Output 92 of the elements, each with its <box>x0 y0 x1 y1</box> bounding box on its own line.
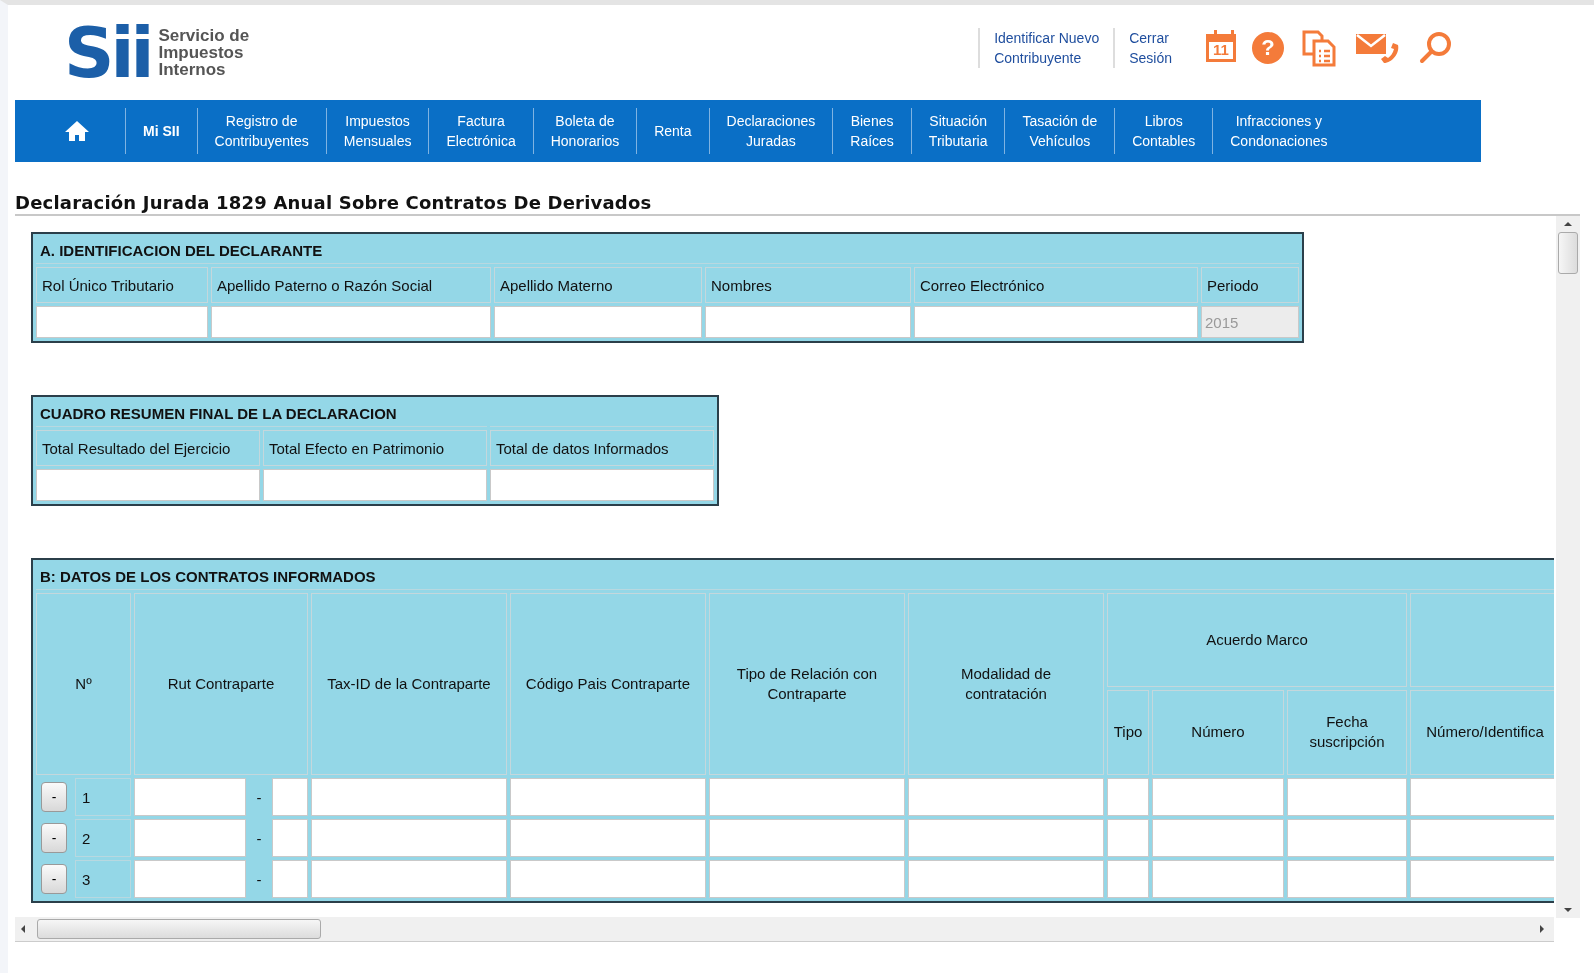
section-title: CUADRO RESUMEN FINAL DE LA DECLARACION <box>36 400 487 427</box>
input-field[interactable] <box>705 306 911 338</box>
row-number: 2 <box>75 819 131 857</box>
input-field[interactable] <box>36 306 208 338</box>
column-header: Nombres <box>705 267 911 303</box>
separator-text: - <box>255 828 263 849</box>
input-field[interactable] <box>1410 860 1554 898</box>
nav-item[interactable]: Libros Contables <box>1115 111 1213 151</box>
nav-item[interactable]: Declaraciones Juradas <box>709 111 833 151</box>
section-title: B: DATOS DE LOS CONTRATOS INFORMADOS <box>36 563 1554 590</box>
column-header: Total Efecto en Patrimonio <box>263 430 487 466</box>
input-field[interactable] <box>1410 778 1554 816</box>
remove-row-button[interactable]: - <box>41 782 67 812</box>
input-field[interactable] <box>908 778 1104 816</box>
input-field[interactable] <box>1410 819 1554 857</box>
input-field[interactable] <box>36 469 260 501</box>
header-link[interactable]: Cerrar Sesión <box>1129 27 1172 68</box>
input-field[interactable] <box>709 778 905 816</box>
input-field[interactable] <box>272 778 308 816</box>
input-field[interactable] <box>272 860 308 898</box>
input-field[interactable] <box>510 778 706 816</box>
separator-text: - <box>255 787 263 808</box>
column-header: Modalidad de contratación <box>908 593 1104 775</box>
input-field[interactable] <box>1152 819 1284 857</box>
horizontal-scrollbar[interactable] <box>15 917 1554 942</box>
column-header: Rut Contraparte <box>134 593 308 775</box>
column-header: Rol Único Tributario <box>36 267 208 303</box>
section-title: A. IDENTIFICACION DEL DECLARANTE <box>36 237 1299 264</box>
nav-item[interactable]: Renta <box>637 121 709 141</box>
input-field[interactable] <box>211 306 491 338</box>
calendar-icon[interactable]: 11 <box>1206 33 1236 62</box>
group-header: Acuerdo Marco <box>1107 593 1407 687</box>
input-field[interactable] <box>134 860 246 898</box>
column-header: Nº <box>36 593 131 775</box>
column-header: Periodo <box>1201 267 1299 303</box>
logo-mark: Sii <box>64 17 151 88</box>
nav-item[interactable]: Infracciones y Condonaciones <box>1213 111 1345 151</box>
row-number: 1 <box>75 778 131 816</box>
input-field[interactable] <box>908 819 1104 857</box>
input-field[interactable] <box>908 860 1104 898</box>
nav-item[interactable]: Tasación de Vehículos <box>1005 111 1115 151</box>
row-number: 3 <box>75 860 131 898</box>
separator-text: - <box>255 869 263 890</box>
nav-item[interactable]: Situación Tributaria <box>911 111 1005 151</box>
column-header: Tipo de Relación con Contraparte <box>709 593 905 775</box>
input-field[interactable] <box>134 819 246 857</box>
logo-text: Servicio de Impuestos Internos <box>158 27 250 78</box>
remove-row-button[interactable]: - <box>41 823 67 853</box>
input-field[interactable] <box>1152 860 1284 898</box>
column-header: Código Pais Contraparte <box>510 593 706 775</box>
nav-item[interactable]: Registro de Contribuyentes <box>197 111 326 151</box>
input-field[interactable] <box>490 469 714 501</box>
column-header: Total de datos Informados <box>490 430 714 466</box>
input-field[interactable] <box>311 778 507 816</box>
help-icon[interactable]: ? <box>1252 31 1284 64</box>
input-field[interactable] <box>1107 778 1149 816</box>
input-field[interactable] <box>134 778 246 816</box>
input-field[interactable] <box>263 469 487 501</box>
nav-item[interactable]: Boleta de Honorarios <box>533 111 637 151</box>
input-field[interactable] <box>311 860 507 898</box>
nav-item[interactable]: Mi SII <box>126 121 197 141</box>
input-field[interactable] <box>1287 819 1407 857</box>
input-field[interactable] <box>1287 778 1407 816</box>
remove-row-button[interactable]: - <box>41 864 67 894</box>
vertical-scrollbar[interactable] <box>1556 216 1580 918</box>
documents-icon[interactable] <box>1300 28 1338 67</box>
column-header: Fecha suscripción <box>1287 689 1407 775</box>
input-field[interactable] <box>494 306 702 338</box>
nav-item[interactable]: Factura Electrónica <box>429 111 533 151</box>
input-field[interactable] <box>1107 819 1149 857</box>
column-header: Tax-ID de la Contraparte <box>311 593 507 775</box>
input-field[interactable] <box>709 860 905 898</box>
input-field[interactable] <box>1152 778 1284 816</box>
input-field[interactable] <box>1287 860 1407 898</box>
column-header: Total Resultado del Ejercicio <box>36 430 260 466</box>
input-field[interactable] <box>311 819 507 857</box>
input-field[interactable] <box>914 306 1198 338</box>
column-header: Apellido Paterno o Razón Social <box>211 267 491 303</box>
column-header: Tipo <box>1107 689 1149 775</box>
search-icon[interactable] <box>1418 29 1454 66</box>
column-header: Apellido Materno <box>494 267 702 303</box>
input-field[interactable] <box>709 819 905 857</box>
input-field[interactable] <box>272 819 308 857</box>
nav-item[interactable]: Impuestos Mensuales <box>326 111 429 151</box>
column-header: Número <box>1152 689 1284 775</box>
page-title: Declaración Jurada 1829 Anual Sobre Contratos De Derivados <box>15 192 653 214</box>
input-field[interactable] <box>510 819 706 857</box>
input-field[interactable] <box>510 860 706 898</box>
column-header: Correo Electrónico <box>914 267 1198 303</box>
header-link[interactable]: Identificar Nuevo Contribuyente <box>994 27 1100 68</box>
nav-item[interactable]: Bienes Raíces <box>833 111 911 151</box>
input-field[interactable] <box>1107 860 1149 898</box>
